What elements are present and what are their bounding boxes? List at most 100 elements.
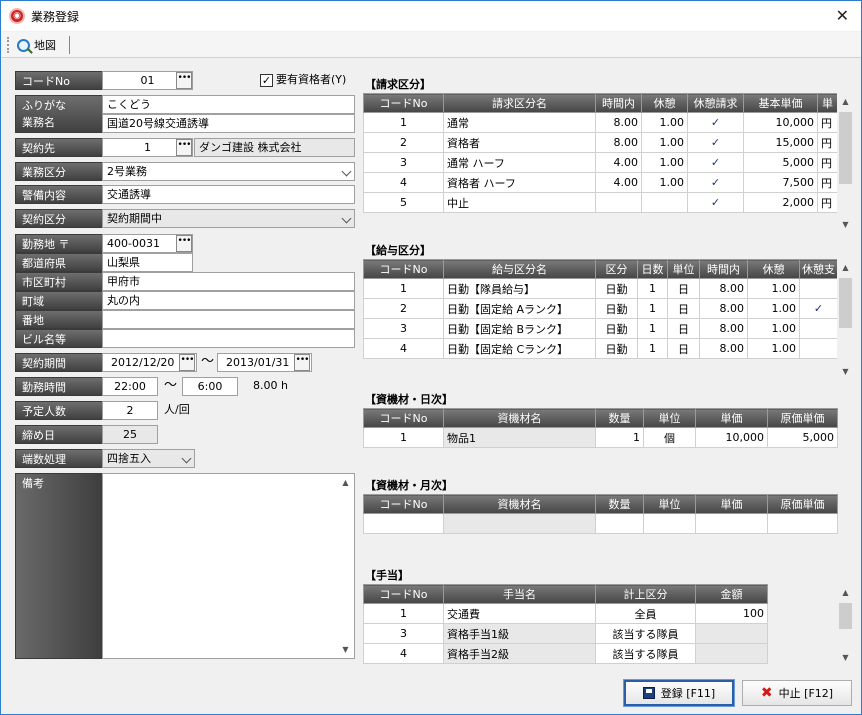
mat-daily-col-price[interactable]: 単価	[695, 408, 768, 428]
mat-daily-col-code[interactable]: コードNo	[363, 408, 444, 428]
save-button-label: 登録 [F11]	[660, 687, 716, 700]
hours-total: 8.00 h	[253, 379, 288, 392]
table-row[interactable]: 4 日勤【固定給 Cランク】 日勤 1 日 8.00 1.00	[363, 338, 838, 359]
table-row[interactable]: 1 物品1 1 個 10,000 5,000	[363, 427, 838, 448]
pref-input[interactable]: 山梨県	[102, 253, 193, 272]
category-select[interactable]: 2号業務	[102, 162, 355, 181]
notes-label: 備考	[15, 473, 103, 659]
close-icon[interactable]: ✕	[836, 6, 849, 25]
cell-kubun: 日勤	[595, 278, 638, 299]
city-input[interactable]: 甲府市	[102, 272, 355, 291]
hours-from-input[interactable]: 22:00	[102, 377, 158, 396]
salary-col-days[interactable]: 日数	[637, 259, 668, 279]
cell-name: 物品1	[443, 427, 596, 448]
salary-col-code[interactable]: コードNo	[363, 259, 444, 279]
scroll-up-icon[interactable]: ▲	[837, 93, 854, 110]
scroll-thumb[interactable]	[839, 603, 852, 629]
billing-col-price[interactable]: 基本単価	[743, 93, 818, 113]
table-row[interactable]: 2 資格者 8.00 1.00 ✓ 15,000 円	[363, 132, 838, 153]
scroll-up-icon[interactable]: ▲	[337, 474, 354, 491]
rounding-select[interactable]: 四捨五入	[102, 449, 195, 468]
scroll-thumb[interactable]	[839, 278, 852, 328]
search-map-icon	[17, 38, 30, 52]
scroll-down-icon[interactable]: ▼	[837, 363, 854, 380]
cancel-button[interactable]: ✖ 中止 [F12]	[742, 680, 852, 706]
salary-col-kubun[interactable]: 区分	[595, 259, 638, 279]
contractor-lookup-button[interactable]: •••	[176, 139, 192, 156]
table-row-empty[interactable]	[363, 513, 838, 534]
furigana-input[interactable]: こくどう	[102, 95, 355, 114]
billing-col-rest[interactable]: 休憩	[641, 93, 688, 113]
banchi-input[interactable]	[102, 310, 355, 329]
table-row[interactable]: 4 資格者 ハーフ 4.00 1.00 ✓ 7,500 円	[363, 172, 838, 193]
scroll-thumb[interactable]	[839, 112, 852, 184]
scroll-up-icon[interactable]: ▲	[837, 259, 854, 276]
allowance-col-code[interactable]: コードNo	[363, 584, 444, 604]
scroll-down-icon[interactable]: ▼	[837, 649, 854, 666]
billing-scrollbar[interactable]: ▲ ▼	[837, 93, 854, 233]
mat-monthly-col-code[interactable]: コードNo	[363, 494, 444, 514]
notes-textarea[interactable]	[102, 473, 355, 659]
mat-monthly-col-cost[interactable]: 原価単価	[767, 494, 838, 514]
salary-col-name[interactable]: 給与区分名	[443, 259, 596, 279]
cell-unit: 円	[817, 152, 838, 173]
map-button[interactable]: 地図	[17, 36, 56, 54]
qualified-checkbox[interactable]: ✓	[260, 74, 273, 87]
mat-daily-col-name[interactable]: 資機材名	[443, 408, 596, 428]
table-row[interactable]: 3 日勤【固定給 Bランク】 日勤 1 日 8.00 1.00	[363, 318, 838, 339]
calendar-from-icon[interactable]: •••	[179, 354, 195, 371]
billing-col-rest-bill[interactable]: 休憩請求	[687, 93, 744, 113]
mat-daily-col-unit[interactable]: 単位	[643, 408, 696, 428]
table-row[interactable]: 4 資格手当2級 該当する隊員	[363, 643, 768, 664]
contract-type-select[interactable]: 契約期間中	[102, 209, 355, 228]
table-row[interactable]: 1 日勤【隊員給与】 日勤 1 日 8.00 1.00	[363, 278, 838, 299]
planned-input[interactable]: 2	[102, 401, 158, 420]
cell-price: 15,000	[743, 132, 818, 153]
town-input[interactable]: 丸の内	[102, 291, 355, 310]
job-name-label: 業務名	[22, 116, 55, 129]
table-row[interactable]: 1 通常 8.00 1.00 ✓ 10,000 円	[363, 112, 838, 133]
guard-input[interactable]: 交通誘導	[102, 185, 355, 204]
billing-col-time[interactable]: 時間内	[595, 93, 642, 113]
mat-daily-col-qty[interactable]: 数量	[595, 408, 644, 428]
mat-monthly-col-unit[interactable]: 単位	[643, 494, 696, 514]
cell-cost	[767, 513, 838, 534]
table-row[interactable]: 3 通常 ハーフ 4.00 1.00 ✓ 5,000 円	[363, 152, 838, 173]
cell-time: 8.00	[595, 132, 642, 153]
allowance-scrollbar[interactable]: ▲ ▼	[837, 584, 854, 666]
billing-col-name[interactable]: 請求区分名	[443, 93, 596, 113]
hours-to-input[interactable]: 6:00	[182, 377, 238, 396]
mat-monthly-col-qty[interactable]: 数量	[595, 494, 644, 514]
scroll-up-icon[interactable]: ▲	[837, 584, 854, 601]
table-row[interactable]: 3 資格手当1級 該当する隊員	[363, 623, 768, 644]
salary-col-time[interactable]: 時間内	[699, 259, 748, 279]
building-input[interactable]	[102, 329, 355, 348]
cell-rest: 1.00	[747, 298, 800, 319]
table-row[interactable]: 1 交通費 全員 100	[363, 603, 768, 624]
salary-col-rest[interactable]: 休憩	[747, 259, 800, 279]
mat-monthly-col-name[interactable]: 資機材名	[443, 494, 596, 514]
allowance-col-name[interactable]: 手当名	[443, 584, 596, 604]
cell-name: 資格者 ハーフ	[443, 172, 596, 193]
check-icon	[799, 318, 838, 339]
calendar-to-icon[interactable]: •••	[294, 354, 310, 371]
mat-daily-col-cost[interactable]: 原価単価	[767, 408, 838, 428]
table-row[interactable]: 2 日勤【固定給 Aランク】 日勤 1 日 8.00 1.00 ✓	[363, 298, 838, 319]
allowance-col-amount[interactable]: 金額	[695, 584, 768, 604]
salary-scrollbar[interactable]: ▲ ▼	[837, 259, 854, 380]
salary-col-unit[interactable]: 単位	[667, 259, 700, 279]
scroll-down-icon[interactable]: ▼	[337, 641, 354, 658]
billing-col-code[interactable]: コードNo	[363, 93, 444, 113]
salary-section-title: 【給与区分】	[365, 244, 431, 257]
code-lookup-button[interactable]: •••	[176, 72, 192, 89]
scroll-down-icon[interactable]: ▼	[837, 216, 854, 233]
save-button[interactable]: 登録 [F11]	[623, 679, 735, 707]
postal-lookup-button[interactable]: •••	[176, 235, 192, 252]
billing-col-unit[interactable]: 単	[817, 93, 838, 113]
mat-monthly-col-price[interactable]: 単価	[695, 494, 768, 514]
salary-col-rest-pay[interactable]: 休憩支	[799, 259, 838, 279]
job-name-input[interactable]: 国道20号線交通誘導	[102, 114, 355, 133]
table-row[interactable]: 5 中止 ✓ 2,000 円	[363, 192, 838, 213]
notes-scrollbar[interactable]: ▲ ▼	[337, 474, 354, 658]
allowance-col-kubun[interactable]: 計上区分	[595, 584, 696, 604]
